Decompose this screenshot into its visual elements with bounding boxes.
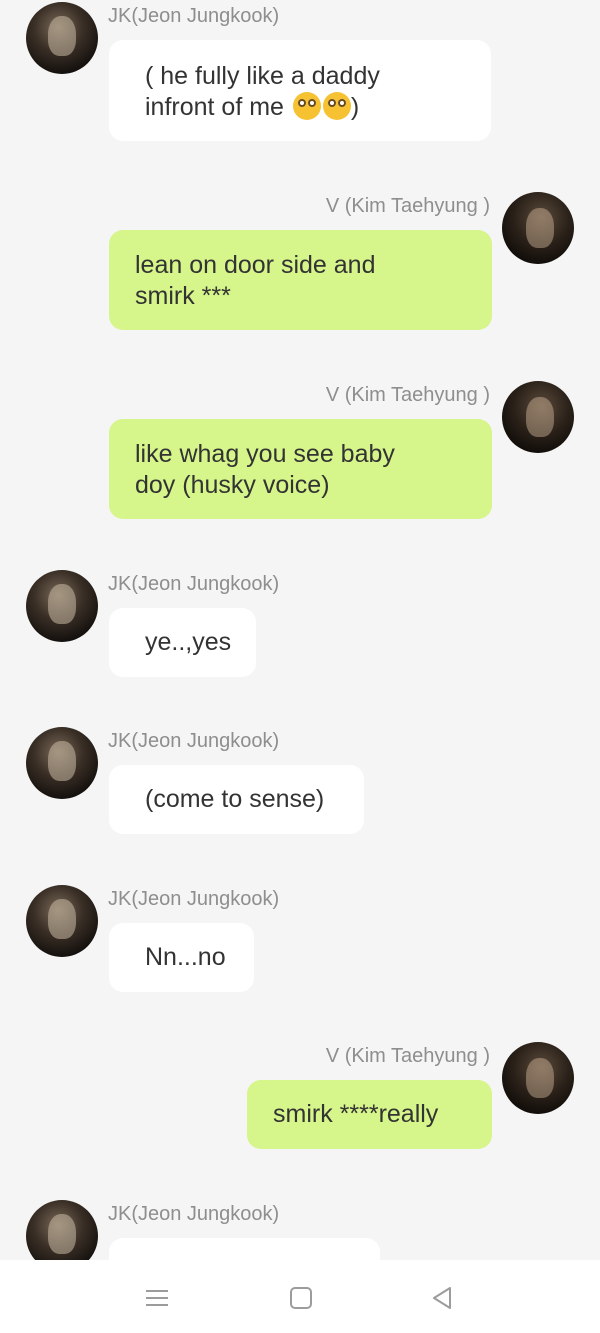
message-text: ye..,yes bbox=[145, 628, 232, 656]
avatar-jungkook[interactable] bbox=[26, 727, 98, 799]
message-text: (come to sense) bbox=[145, 785, 325, 813]
message-text-line: like whag you see baby bbox=[135, 440, 395, 468]
back-icon[interactable] bbox=[428, 1284, 456, 1312]
system-navigation-bar bbox=[0, 1260, 600, 1333]
flushed-face-emoji-icon bbox=[322, 92, 351, 120]
flushed-face-emoji-icon bbox=[292, 92, 321, 120]
sender-name: JK(Jeon Jungkook) bbox=[108, 730, 280, 752]
message-bubble[interactable]: smirk ****really bbox=[247, 1080, 492, 1149]
menu-icon[interactable] bbox=[143, 1284, 171, 1312]
avatar-jungkook[interactable] bbox=[26, 1200, 98, 1260]
home-icon[interactable] bbox=[287, 1284, 315, 1312]
avatar-taehyung[interactable] bbox=[502, 192, 574, 264]
message-bubble[interactable]: lean on door side and smirk *** bbox=[109, 230, 492, 330]
sender-name: JK(Jeon Jungkook) bbox=[108, 1203, 280, 1225]
message-bubble[interactable]: like whag you see baby doy (husky voice) bbox=[109, 419, 492, 519]
avatar-taehyung[interactable] bbox=[502, 1042, 574, 1114]
sender-name: JK(Jeon Jungkook) bbox=[108, 573, 280, 595]
message-text-line: ( he fully like a daddy bbox=[145, 62, 380, 90]
message-text: smirk ****really bbox=[273, 1100, 439, 1128]
message-text: Nn...no bbox=[145, 943, 226, 971]
chat-area[interactable]: JK(Jeon Jungkook) ( he fully like a dadd… bbox=[0, 0, 600, 1260]
message-text-line: smirk *** bbox=[135, 282, 231, 310]
message-text-line: infront of me ) bbox=[145, 92, 360, 121]
message-bubble[interactable]: ( he fully like a daddy infront of me ) bbox=[109, 40, 491, 141]
message-text-line: lean on door side and bbox=[135, 251, 376, 279]
avatar-jungkook[interactable] bbox=[26, 570, 98, 642]
avatar-jungkook[interactable] bbox=[26, 885, 98, 957]
sender-name: JK(Jeon Jungkook) bbox=[108, 5, 280, 27]
message-bubble[interactable]: (come to sense) bbox=[109, 765, 364, 834]
sender-name: V (Kim Taehyung ) bbox=[325, 1045, 490, 1067]
sender-name: JK(Jeon Jungkook) bbox=[108, 888, 280, 910]
sender-name: V (Kim Taehyung ) bbox=[325, 195, 490, 217]
avatar-jungkook[interactable] bbox=[26, 2, 98, 74]
message-text-line: doy (husky voice) bbox=[135, 471, 330, 499]
avatar-taehyung[interactable] bbox=[502, 381, 574, 453]
message-bubble[interactable]: ye..,yes bbox=[109, 608, 256, 677]
sender-name: V (Kim Taehyung ) bbox=[325, 384, 490, 406]
message-bubble[interactable] bbox=[109, 1238, 380, 1260]
message-bubble[interactable]: Nn...no bbox=[109, 923, 254, 992]
